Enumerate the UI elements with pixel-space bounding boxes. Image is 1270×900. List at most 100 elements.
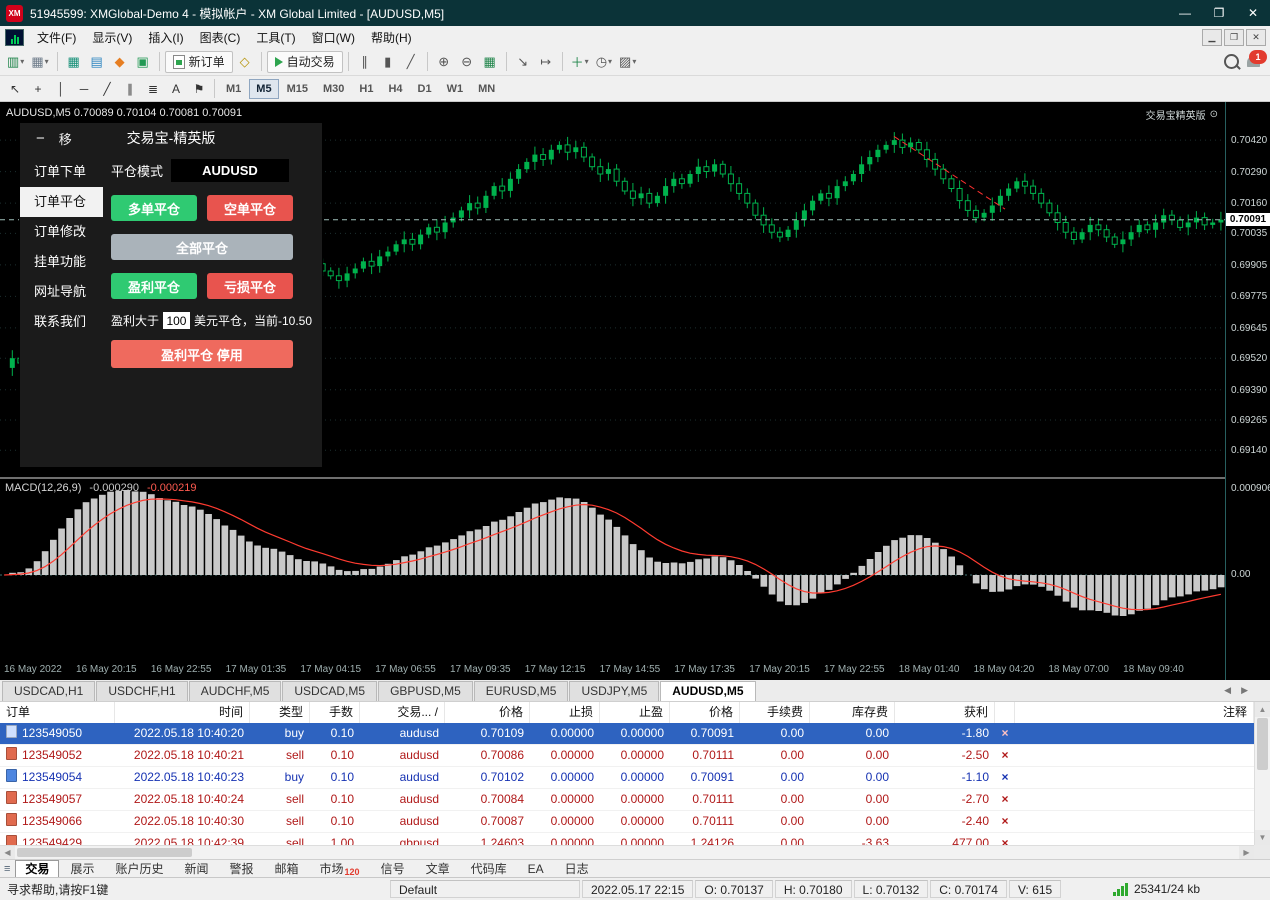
cursor-icon[interactable]: ↖ [4,78,26,100]
maximize-button[interactable]: ❐ [1202,0,1236,26]
price-scale[interactable]: 0.704200.702900.701600.700350.699050.697… [1225,102,1270,680]
scroll-right-icon[interactable]: ▶ [1239,846,1254,859]
column-header-profit[interactable]: 获利 [895,702,995,723]
timeframe-m1[interactable]: M1 [219,79,248,99]
mdi-restore-button[interactable]: ❐ [1224,29,1244,46]
terminal-tab-新闻[interactable]: 新闻 [174,860,218,878]
menu-item-help[interactable]: 帮助(H) [363,27,420,48]
panel-menu-item[interactable]: 订单平仓 [20,187,103,217]
close-order-button[interactable]: × [995,723,1015,744]
terminal-panels-icon[interactable]: ≡ [4,863,10,875]
terminal-tab-警报[interactable]: 警报 [219,860,263,878]
chart-tab-usdchf-h1[interactable]: USDCHF,H1 [96,681,187,701]
chart-shift-icon[interactable]: ↦ [535,51,557,73]
notifications-area[interactable]: 1 [1247,56,1260,67]
order-row[interactable]: 1235490542022.05.18 10:40:23buy0.10audus… [0,767,1254,789]
channel-icon[interactable]: ∥ [119,78,141,100]
column-header-commission[interactable]: 手续费 [740,702,810,723]
profiles-icon[interactable]: ▦▾ [28,51,51,73]
menu-item-file[interactable]: 文件(F) [29,27,84,48]
tab-scroll-left-icon[interactable]: ◀ [1220,683,1235,698]
templates-icon[interactable]: ▨▾ [616,51,639,73]
terminal-tab-展示[interactable]: 展示 [60,860,104,878]
terminal-icon[interactable]: ▣ [132,51,154,73]
timeframe-h4[interactable]: H4 [381,79,409,99]
vertical-scroll-thumb[interactable] [1257,718,1268,770]
scroll-down-icon[interactable]: ▼ [1255,830,1270,845]
column-header-swap[interactable]: 库存费 [810,702,895,723]
search-icon[interactable] [1224,54,1239,69]
terminal-tab-日志[interactable]: 日志 [555,860,599,878]
menu-item-window[interactable]: 窗口(W) [304,27,363,48]
column-header-price2[interactable]: 价格 [670,702,740,723]
horizontal-line-icon[interactable]: ─ [73,78,95,100]
orders-horizontal-scrollbar[interactable]: ◀ ▶ [0,845,1254,859]
order-row[interactable]: 1235494292022.05.18 10:42:39sell1.00gbpu… [0,833,1254,845]
terminal-tab-文章[interactable]: 文章 [416,860,460,878]
arrows-icon[interactable]: ⚑ [188,78,210,100]
terminal-tab-账户历史[interactable]: 账户历史 [105,860,173,878]
panel-menu-item[interactable]: 订单下单 [20,157,103,187]
crosshair-icon[interactable]: + [27,78,49,100]
zoom-in-icon[interactable]: ⊕ [433,51,455,73]
column-header-sl[interactable]: 止损 [530,702,600,723]
chart-tab-usdcad-m5[interactable]: USDCAD,M5 [282,681,377,701]
order-row[interactable]: 1235490522022.05.18 10:40:21sell0.10audu… [0,745,1254,767]
column-header-lots[interactable]: 手数 [310,702,360,723]
close-loss-button[interactable]: 亏损平仓 [207,273,293,299]
column-header-time[interactable]: 时间 [115,702,250,723]
chart-tab-usdcad-h1[interactable]: USDCAD,H1 [2,681,95,701]
terminal-tab-市场[interactable]: 市场120 [310,860,370,878]
metaeditor-icon[interactable]: ◇ [234,51,256,73]
fibonacci-icon[interactable]: ≣ [142,78,164,100]
mdi-close-button[interactable]: ✕ [1246,29,1266,46]
close-order-button[interactable]: × [995,767,1015,788]
column-header-comment[interactable]: 注释 [1015,702,1254,723]
scroll-left-icon[interactable]: ◀ [0,846,15,859]
panel-menu-item[interactable]: 网址导航 [20,277,103,307]
close-order-button[interactable]: × [995,833,1015,845]
column-header-symbol[interactable]: 交易... / [360,702,445,723]
auto-scroll-icon[interactable]: ↘ [512,51,534,73]
order-row[interactable]: 1235490572022.05.18 10:40:24sell0.10audu… [0,789,1254,811]
terminal-tab-EA[interactable]: EA [518,860,554,878]
panel-menu-item[interactable]: 订单修改 [20,217,103,247]
panel-menu-item[interactable]: 联系我们 [20,307,103,337]
profit-threshold-input[interactable] [163,312,190,329]
chart-bars-icon[interactable]: ∥ [354,51,376,73]
column-header-type[interactable]: 类型 [250,702,310,723]
mdi-minimize-button[interactable]: ▁ [1202,29,1222,46]
timeframe-m15[interactable]: M15 [280,79,315,99]
menu-item-charts[interactable]: 图表(C) [192,27,249,48]
close-mode-symbol[interactable]: AUDUSD [171,159,289,182]
tile-windows-icon[interactable]: ▦ [479,51,501,73]
timeframe-w1[interactable]: W1 [440,79,471,99]
close-button[interactable]: ✕ [1236,0,1270,26]
macd-indicator[interactable] [0,479,1225,658]
chart-tab-eurusd-m5[interactable]: EURUSD,M5 [474,681,569,701]
text-icon[interactable]: A [165,78,187,100]
market-watch-icon[interactable]: ▦ [63,51,85,73]
close-order-button[interactable]: × [995,811,1015,832]
chart-candles-icon[interactable]: ▮ [377,51,399,73]
timeframe-m30[interactable]: M30 [316,79,351,99]
minimize-button[interactable]: — [1168,0,1202,26]
menu-item-insert[interactable]: 插入(I) [140,27,191,48]
navigator-icon[interactable]: ◆ [109,51,131,73]
orders-vertical-scrollbar[interactable]: ▲ ▼ [1254,702,1270,845]
data-window-icon[interactable]: ▤ [86,51,108,73]
order-row[interactable]: 1235490662022.05.18 10:40:30sell0.10audu… [0,811,1254,833]
auto-trading-button[interactable]: 自动交易 [267,51,343,73]
vertical-line-icon[interactable]: │ [50,78,72,100]
column-header-tp[interactable]: 止盈 [600,702,670,723]
close-short-button[interactable]: 空单平仓 [207,195,293,221]
horizontal-scroll-thumb[interactable] [17,848,192,857]
zoom-out-icon[interactable]: ⊖ [456,51,478,73]
timeframe-d1[interactable]: D1 [411,79,439,99]
terminal-tab-代码库[interactable]: 代码库 [461,860,517,878]
terminal-tab-信号[interactable]: 信号 [371,860,415,878]
chart-tab-audusd-m5[interactable]: AUDUSD,M5 [660,681,755,701]
column-header-id[interactable]: 订单 [0,702,115,723]
menu-item-tools[interactable]: 工具(T) [248,27,303,48]
close-all-button[interactable]: 全部平仓 [111,234,293,260]
